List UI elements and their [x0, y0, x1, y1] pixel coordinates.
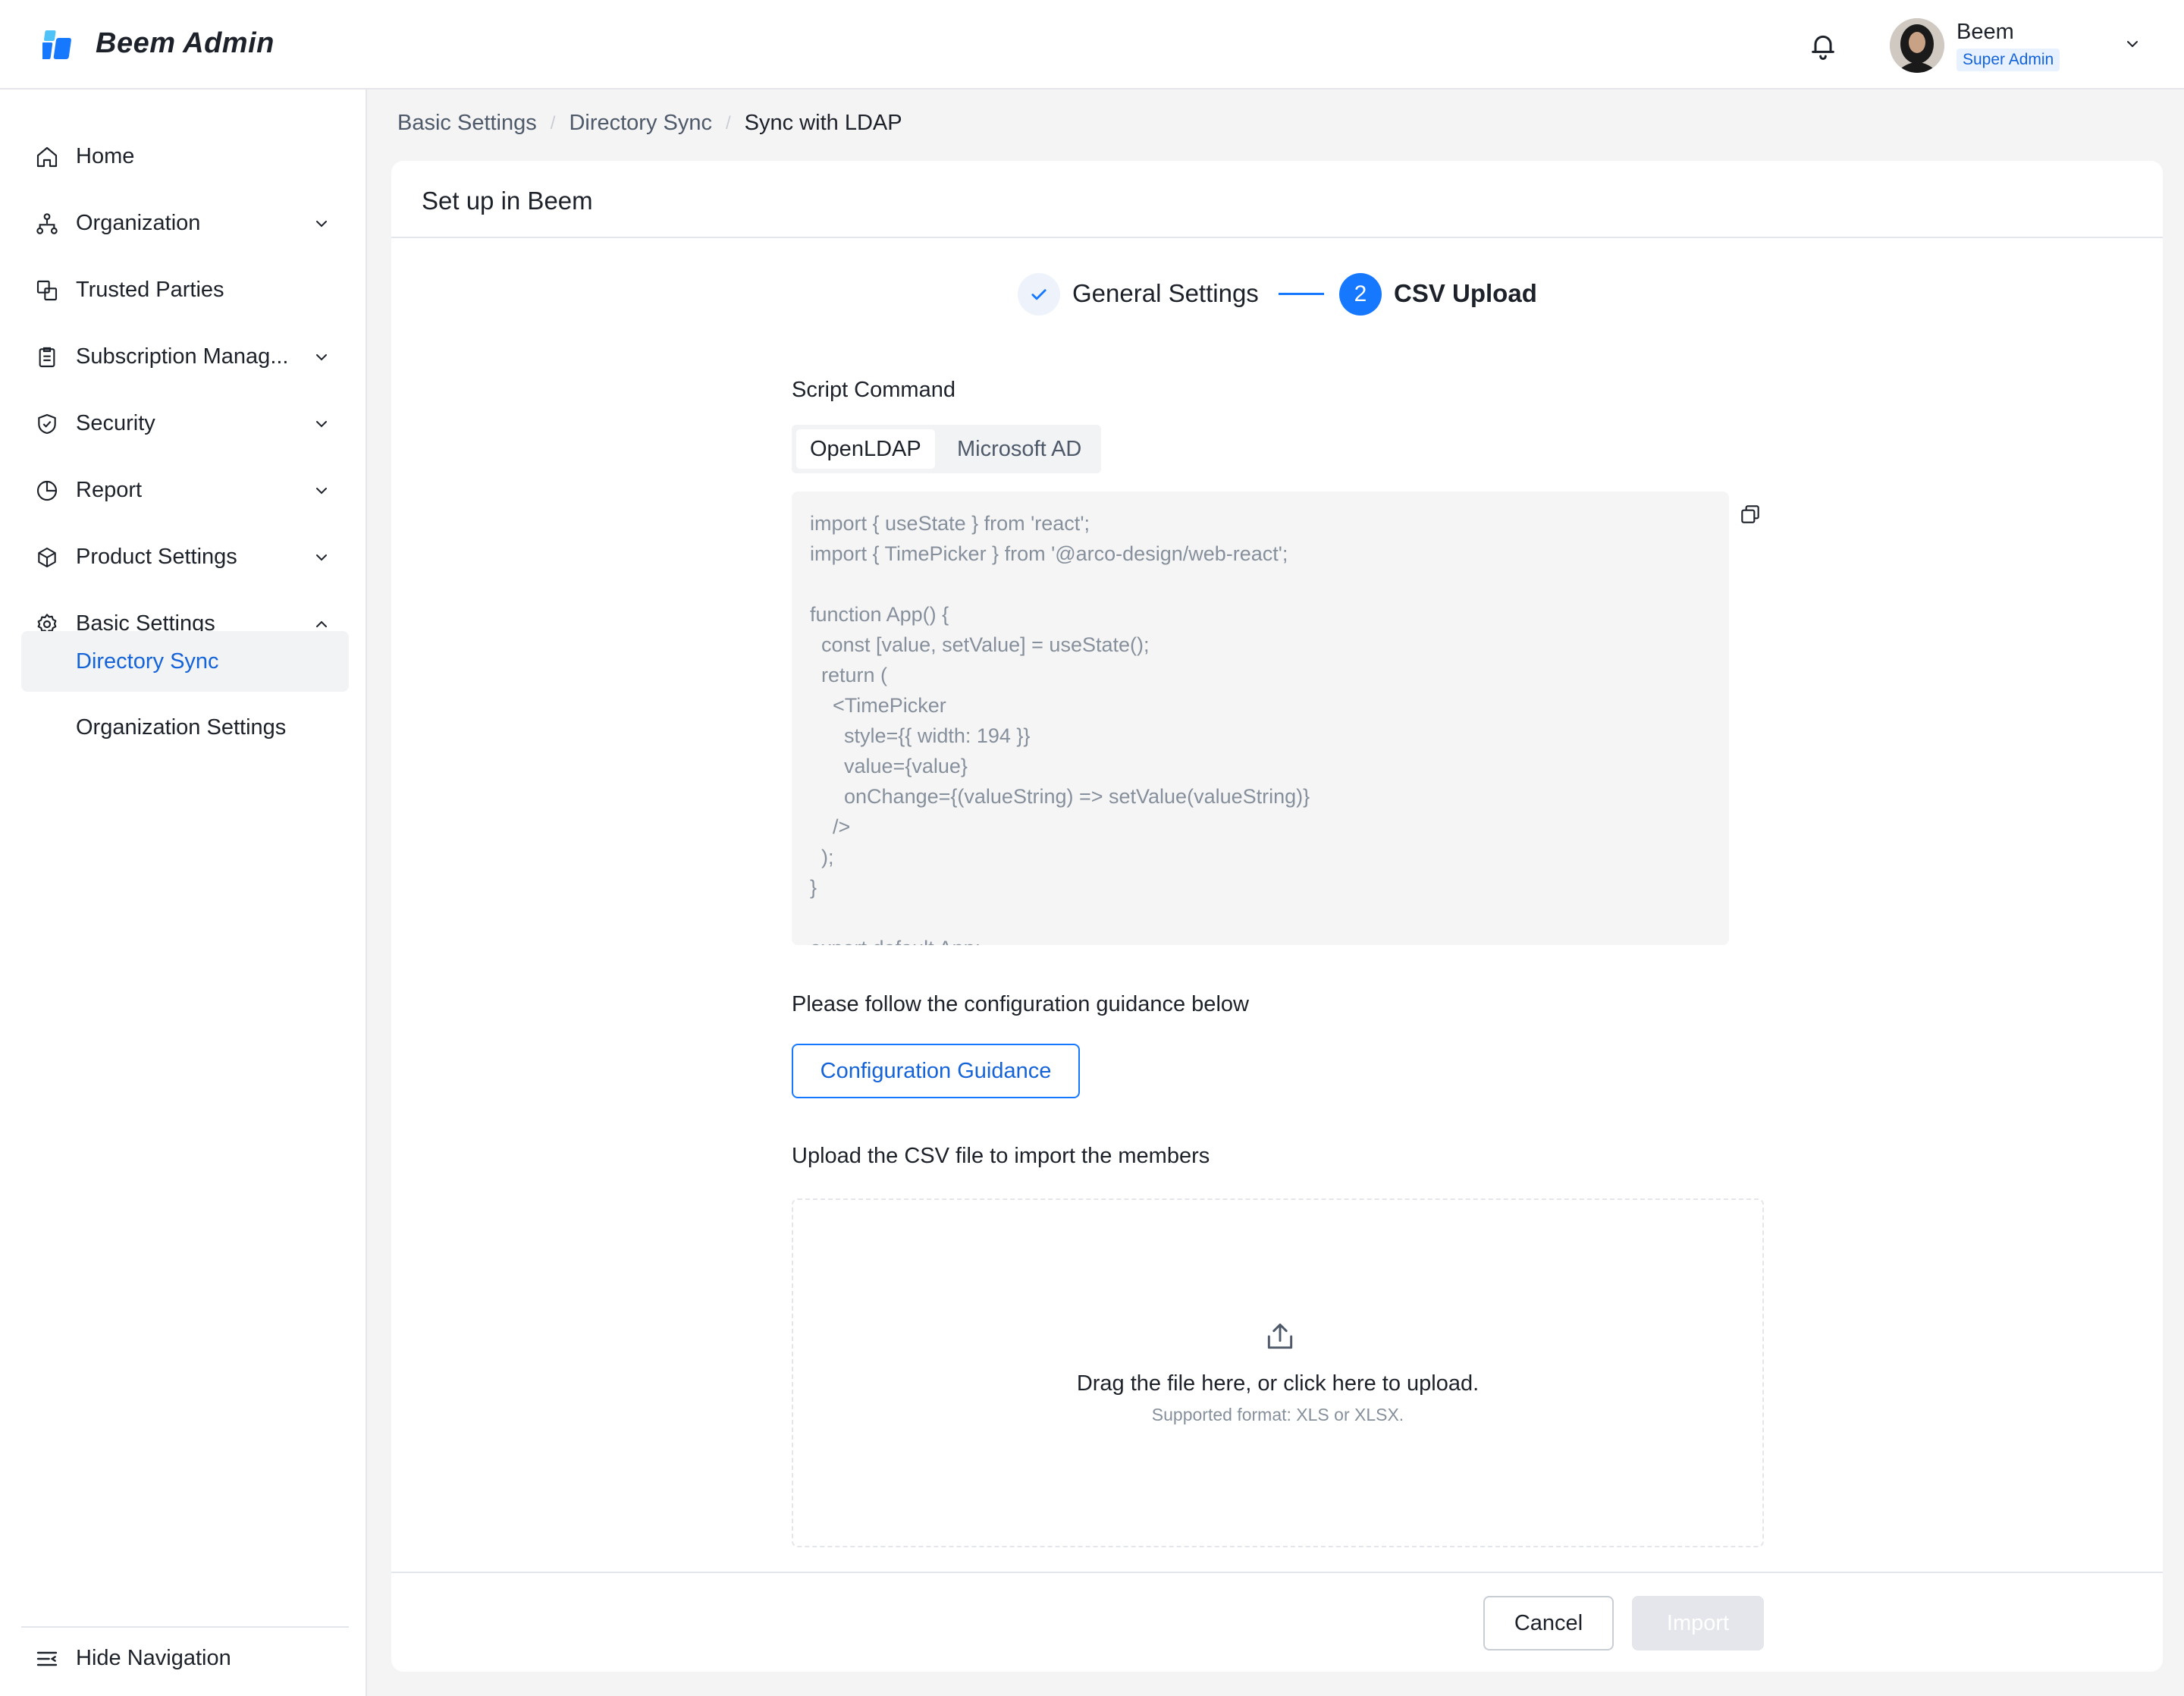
collapse-menu-icon — [36, 1651, 58, 1666]
chevron-down-icon — [316, 354, 327, 361]
tab-openldap[interactable]: OpenLDAP — [796, 429, 935, 469]
chevron-down-icon — [316, 488, 327, 495]
step-2-indicator: 2 — [1339, 273, 1382, 316]
sidebar-item-subscription[interactable]: Subscription Manag... — [21, 327, 349, 386]
page-title: Set up in Beem — [422, 187, 593, 215]
top-header: Beem Admin Beem Super Admin — [0, 0, 2184, 90]
sidebar-item-label: Trusted Parties — [76, 277, 224, 302]
breadcrumb-basic-settings[interactable]: Basic Settings — [397, 111, 537, 136]
sidebar-divider — [21, 1626, 349, 1628]
beem-logo-icon — [42, 30, 71, 59]
sidebar-item-label: Product Settings — [76, 544, 237, 569]
check-icon — [1031, 289, 1046, 300]
chevron-down-icon — [316, 554, 327, 561]
import-button[interactable]: Import — [1632, 1596, 1764, 1650]
user-role-badge: Super Admin — [1956, 49, 2060, 71]
sidebar-item-organization-settings[interactable]: Organization Settings — [21, 698, 349, 757]
clipboard-icon — [39, 347, 55, 368]
sidebar-item-trusted-parties[interactable]: Trusted Parties — [21, 260, 349, 319]
chevron-down-icon — [316, 421, 327, 428]
setup-card: Set up in Beem General Settings 2 CSV Up… — [391, 161, 2163, 1672]
sidebar-item-label: Home — [76, 143, 135, 168]
chevron-down-icon[interactable] — [2123, 35, 2142, 53]
script-code-block[interactable]: import { useState } from 'react'; import… — [792, 492, 1729, 945]
trusted-parties-icon — [36, 280, 58, 301]
script-code: import { useState } from 'react'; import… — [810, 512, 1310, 945]
script-command-label: Script Command — [792, 378, 956, 402]
upload-label: Upload the CSV file to import the member… — [792, 1144, 1210, 1168]
tab-microsoft-ad[interactable]: Microsoft AD — [943, 429, 1095, 469]
avatar[interactable] — [1890, 18, 1944, 73]
breadcrumb-directory-sync[interactable]: Directory Sync — [569, 111, 712, 136]
guidance-label: Please follow the configuration guidance… — [792, 992, 1249, 1016]
organization-icon — [36, 213, 58, 234]
breadcrumb-separator: / — [550, 112, 556, 133]
sidebar-item-security[interactable]: Security — [21, 394, 349, 453]
breadcrumb-current: Sync with LDAP — [744, 111, 902, 135]
card-divider — [391, 237, 2163, 238]
sidebar: Home Organization Trusted Parties Subscr… — [0, 90, 367, 1696]
upload-format-hint: Supported format: XLS or XLSX. — [1151, 1405, 1404, 1424]
configuration-guidance-button[interactable]: Configuration Guidance — [792, 1044, 1080, 1098]
upload-instruction: Drag the file here, or click here to upl… — [1076, 1371, 1480, 1396]
sidebar-item-label: Organization Settings — [76, 715, 287, 740]
sidebar-item-report[interactable]: Report — [21, 460, 349, 520]
sidebar-item-organization[interactable]: Organization — [21, 193, 349, 253]
box-icon — [38, 547, 56, 568]
home-icon — [36, 146, 58, 168]
chevron-down-icon — [316, 221, 327, 228]
csv-upload-dropzone[interactable]: Drag the file here, or click here to upl… — [792, 1198, 1764, 1547]
copy-icon[interactable] — [1738, 502, 1762, 526]
bell-icon[interactable] — [1808, 30, 1838, 61]
sidebar-item-directory-sync[interactable]: Directory Sync — [21, 631, 349, 692]
sidebar-item-home[interactable]: Home — [21, 127, 349, 186]
step-connector — [1279, 293, 1324, 295]
sidebar-item-label: Report — [76, 477, 143, 502]
step-1-indicator — [1018, 273, 1060, 316]
step-2-label: CSV Upload — [1394, 279, 1537, 307]
hide-navigation-button[interactable]: Hide Navigation — [21, 1628, 349, 1688]
breadcrumb: Basic Settings / Directory Sync / Sync w… — [397, 111, 902, 136]
breadcrumb-separator: / — [725, 112, 731, 133]
sidebar-item-product-settings[interactable]: Product Settings — [21, 527, 349, 586]
cancel-button[interactable]: Cancel — [1483, 1596, 1614, 1650]
sidebar-item-label: Subscription Manag... — [76, 344, 289, 369]
sidebar-item-label: Organization — [76, 210, 201, 235]
app-title: Beem Admin — [96, 27, 275, 59]
sidebar-item-label: Security — [76, 410, 155, 435]
script-type-tabs: OpenLDAP Microsoft AD — [792, 425, 1101, 473]
upload-icon — [1267, 1323, 1293, 1349]
sidebar-item-label: Directory Sync — [76, 649, 219, 674]
pie-chart-icon — [36, 480, 58, 501]
step-1-label: General Settings — [1072, 279, 1259, 307]
hide-navigation-label: Hide Navigation — [76, 1645, 231, 1670]
shield-icon — [38, 413, 56, 435]
footer-divider — [391, 1572, 2163, 1573]
user-name: Beem — [1956, 20, 2014, 44]
